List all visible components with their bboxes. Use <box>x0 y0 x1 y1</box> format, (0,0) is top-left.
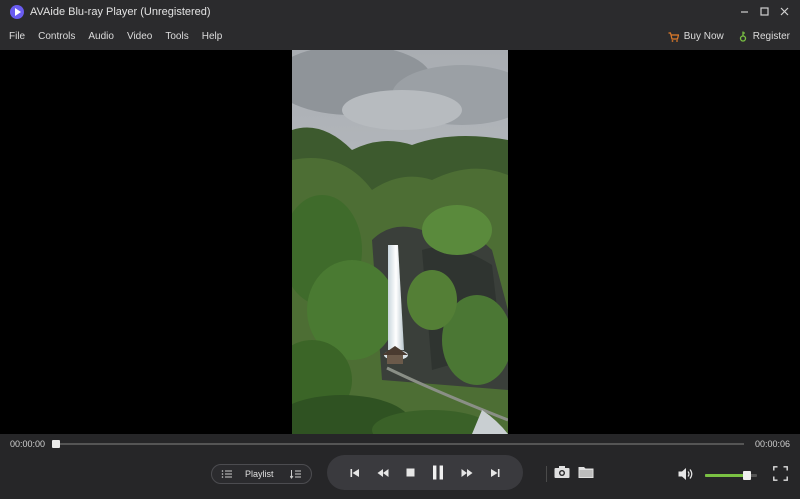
fast-forward-button[interactable] <box>461 468 473 478</box>
title-bar: AVAide Blu-ray Player (Unregistered) <box>0 0 800 23</box>
maximize-icon[interactable] <box>754 2 774 22</box>
close-icon[interactable] <box>774 2 794 22</box>
open-folder-button[interactable] <box>578 465 594 484</box>
menu-file[interactable]: File <box>9 31 25 42</box>
volume-slider[interactable] <box>705 471 757 480</box>
progress-slider[interactable] <box>52 440 744 448</box>
fast-forward-icon <box>461 468 473 477</box>
window-title: AVAide Blu-ray Player (Unregistered) <box>30 5 211 18</box>
next-button[interactable] <box>490 468 500 478</box>
key-icon <box>739 31 746 42</box>
window-controls <box>734 0 794 23</box>
menu-tools[interactable]: Tools <box>165 31 188 42</box>
transport-controls <box>327 455 523 490</box>
register-link[interactable]: Register <box>738 31 790 42</box>
skip-previous-icon <box>350 468 359 477</box>
skip-next-icon <box>491 468 500 477</box>
folder-icon <box>578 467 594 478</box>
rewind-icon <box>377 468 389 477</box>
volume-handle[interactable] <box>742 471 751 480</box>
list-icon <box>221 470 232 478</box>
minimize-icon[interactable] <box>734 2 754 22</box>
playlist-label: Playlist <box>245 469 274 479</box>
sort-list-icon[interactable] <box>290 469 302 479</box>
menu-audio[interactable]: Audio <box>88 31 114 42</box>
volume-level <box>705 474 747 477</box>
toolbar-divider <box>546 466 547 482</box>
current-time: 00:00:00 <box>10 439 46 449</box>
total-time: 00:00:06 <box>754 439 790 449</box>
cart-icon <box>668 31 679 42</box>
video-display[interactable] <box>0 50 800 434</box>
app-logo-icon <box>10 4 24 19</box>
menu-video[interactable]: Video <box>127 31 152 42</box>
buy-now-link[interactable]: Buy Now <box>668 31 724 42</box>
camera-icon <box>554 466 570 478</box>
snapshot-button[interactable] <box>554 465 570 484</box>
stop-icon <box>406 468 415 477</box>
pause-icon <box>433 465 444 480</box>
playlist-button[interactable]: Playlist <box>211 464 312 484</box>
control-bar: 00:00:00 00:00:06 Playlist <box>0 434 800 499</box>
buy-now-label: Buy Now <box>683 31 724 42</box>
register-label: Register <box>752 31 790 42</box>
stop-button[interactable] <box>406 468 415 477</box>
fullscreen-icon <box>773 466 788 481</box>
volume-icon[interactable] <box>678 467 694 486</box>
menu-right-links: Buy Now Register <box>654 23 790 50</box>
menu-controls[interactable]: Controls <box>38 31 75 42</box>
fullscreen-button[interactable] <box>773 466 788 486</box>
progress-handle[interactable] <box>52 440 60 448</box>
menu-help[interactable]: Help <box>202 31 223 42</box>
rewind-button[interactable] <box>377 468 389 478</box>
pause-button[interactable] <box>432 465 444 480</box>
video-frame <box>292 50 508 434</box>
waterfall-scene-image <box>292 50 508 434</box>
previous-button[interactable] <box>350 468 360 478</box>
menu-bar: File Controls Audio Video Tools Help Buy… <box>0 23 800 50</box>
